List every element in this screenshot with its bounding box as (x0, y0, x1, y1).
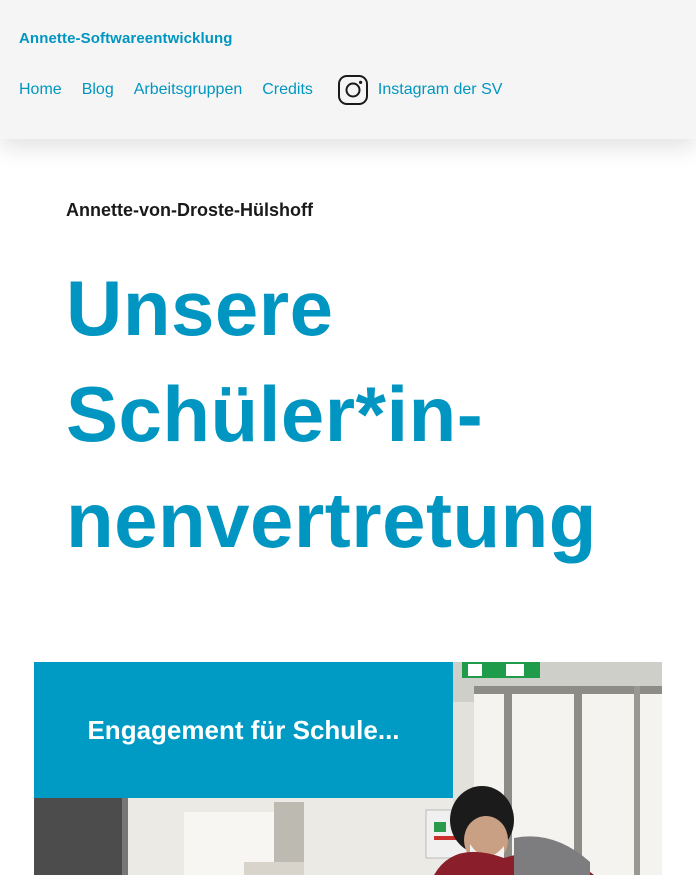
title-line-2: Schüler*in- (66, 370, 484, 458)
brand-link[interactable]: Annette-Softwareentwicklung (19, 30, 233, 47)
page-title: Unsere Schüler*in- nenvertretung (66, 255, 666, 573)
nav-home[interactable]: Home (19, 72, 62, 108)
nav-credits[interactable]: Credits (262, 72, 313, 108)
instagram-label: Instagram der SV (377, 81, 503, 98)
nav-arbeitsgruppen[interactable]: Arbeitsgruppen (134, 72, 243, 108)
hero-section: Annette-von-Droste-Hülshoff Unsere Schül… (66, 200, 666, 573)
feature-caption: Engagement für Schule... (87, 714, 400, 745)
title-line-3: nenvertretung (66, 476, 597, 564)
main-nav: Home Blog Arbeitsgruppen Credits Instagr… (19, 72, 522, 108)
nav-instagram[interactable]: Instagram der SV (337, 72, 503, 108)
site-header: Annette-Softwareentwicklung Home Blog Ar… (0, 0, 696, 139)
hero-subtitle: Annette-von-Droste-Hülshoff (66, 200, 313, 220)
feature-caption-box[interactable]: Engagement für Schule... (34, 662, 453, 798)
title-line-1: Unsere (66, 264, 334, 352)
nav-blog[interactable]: Blog (82, 72, 114, 108)
instagram-icon (337, 75, 368, 105)
